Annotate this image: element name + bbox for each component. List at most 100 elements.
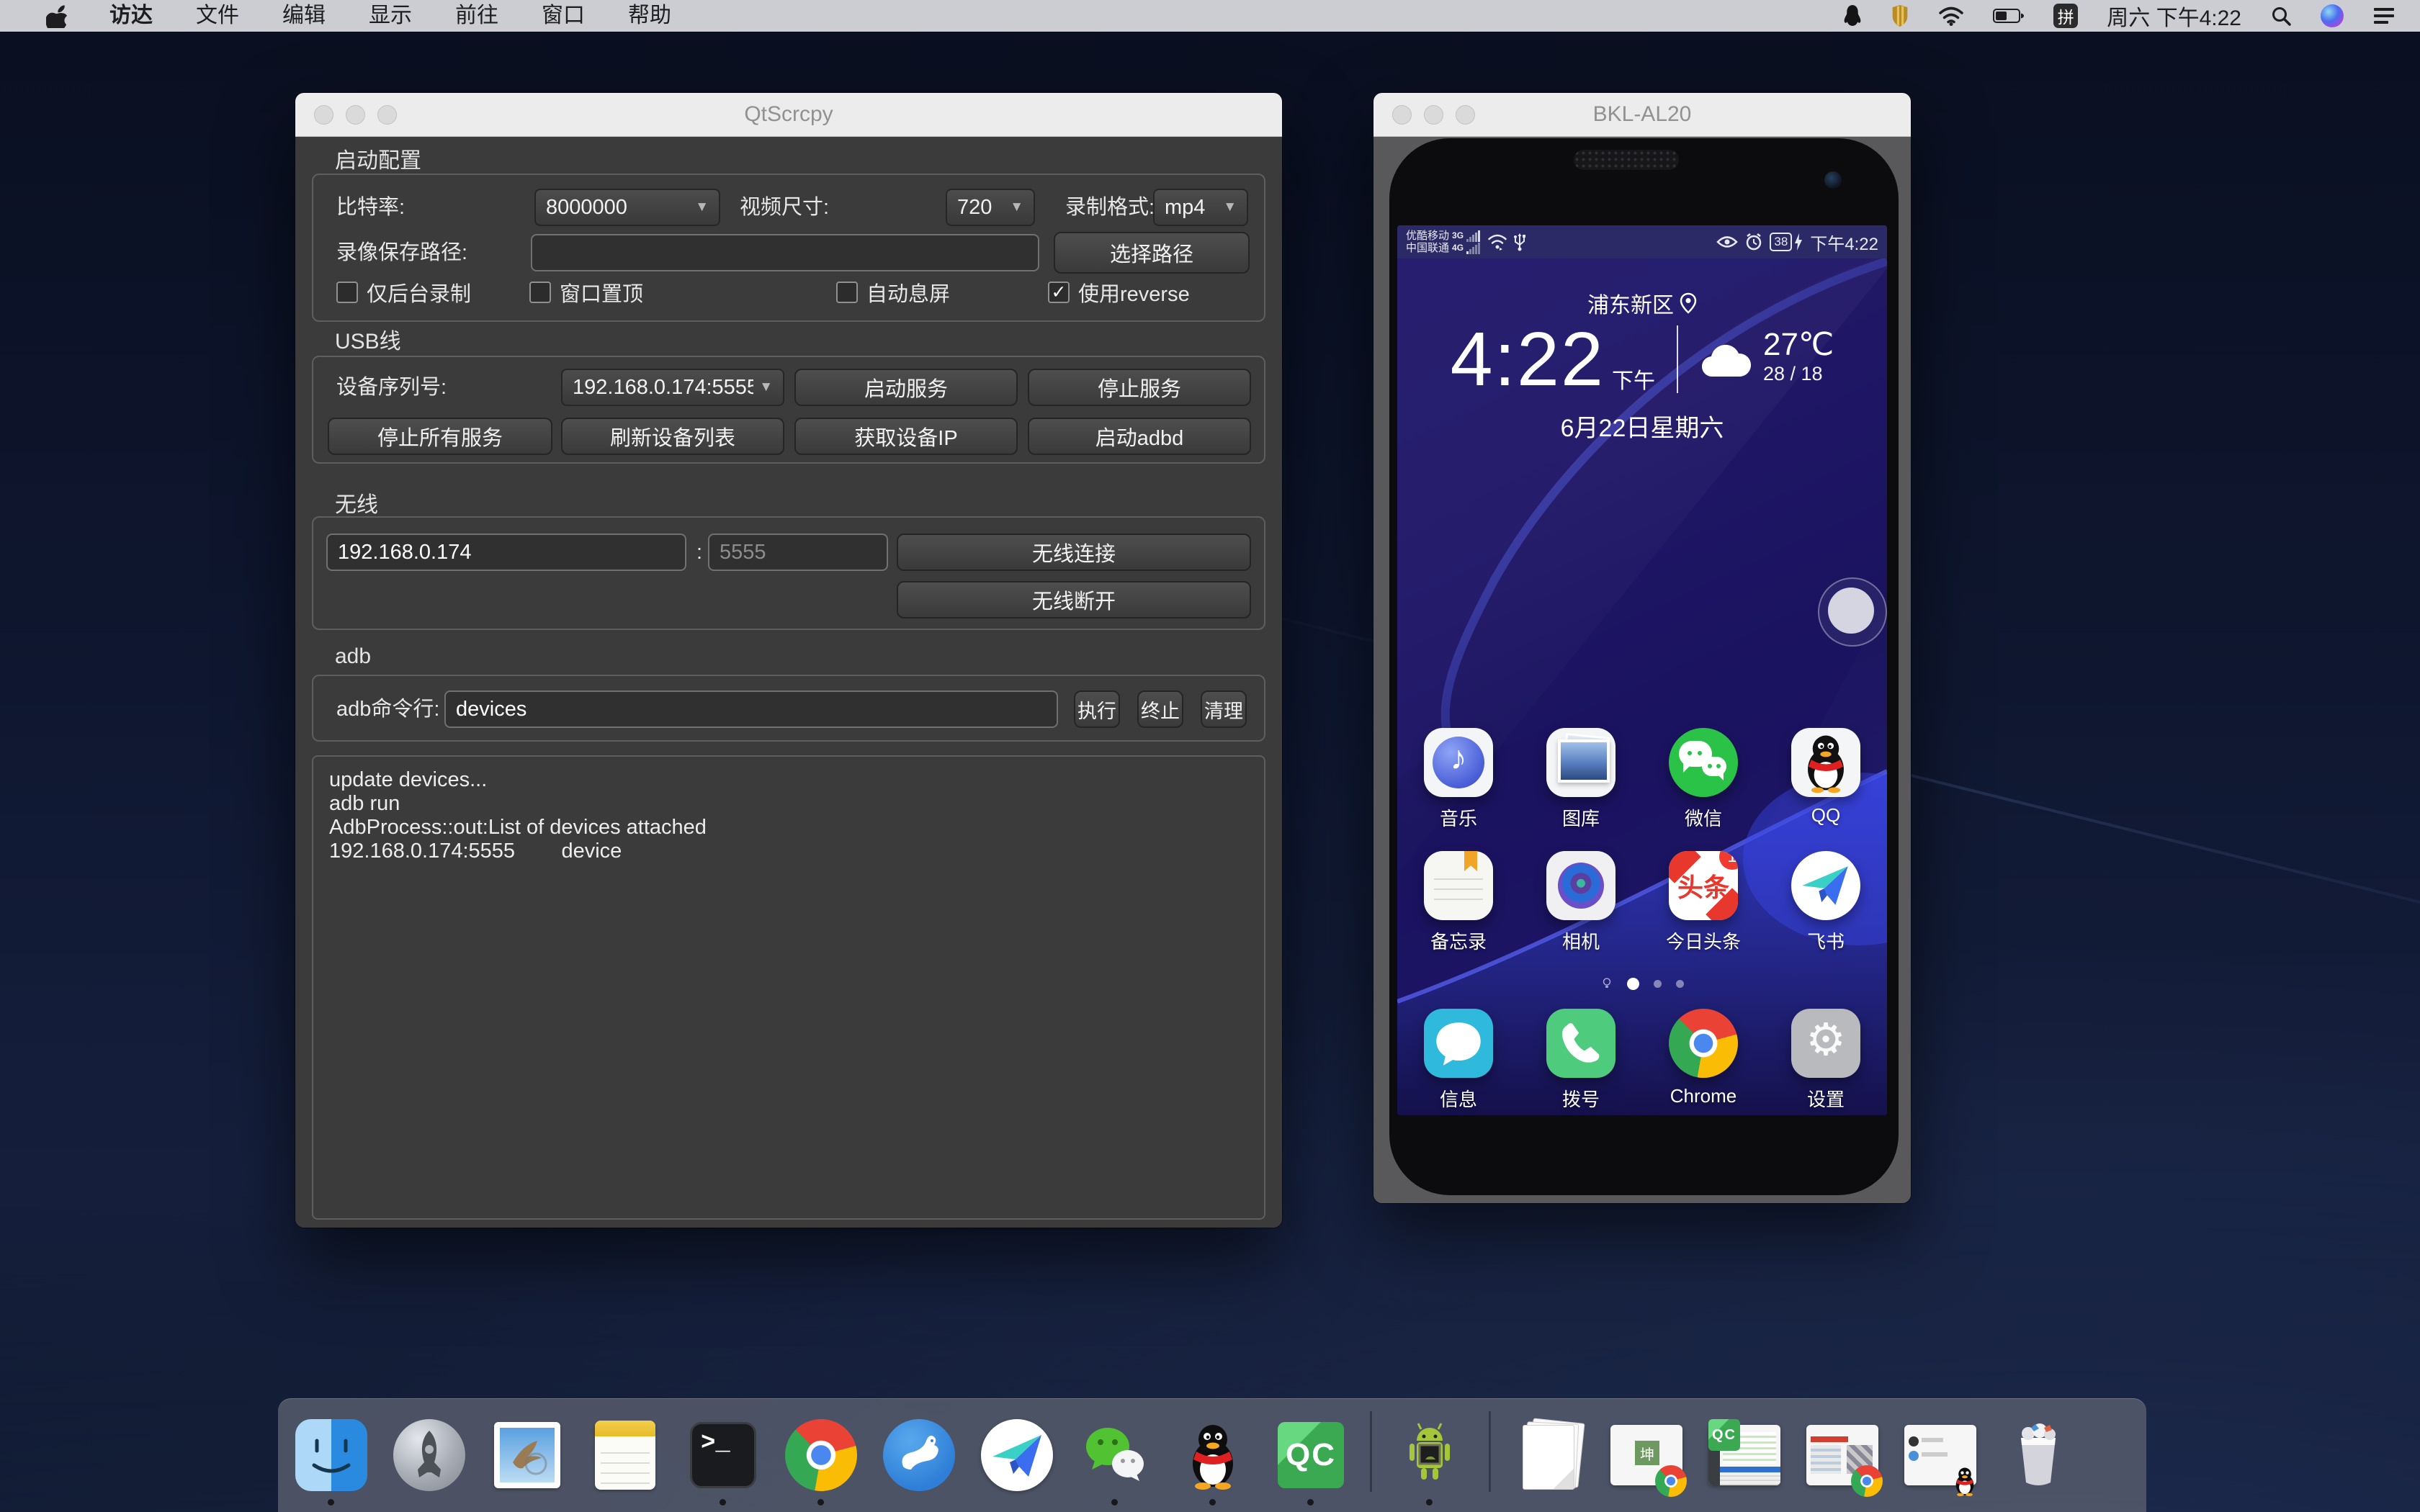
wireless-port-input[interactable] <box>708 534 888 571</box>
app-wechat[interactable]: 微信 <box>1642 728 1765 831</box>
dock-mail[interactable] <box>491 1419 563 1491</box>
wifi-status-icon[interactable] <box>1938 6 1964 26</box>
dock-minimized-chrome-window-1[interactable]: 坤 <box>1610 1419 1682 1491</box>
weather-location[interactable]: 浦东新区 <box>1397 287 1887 319</box>
close-button[interactable] <box>314 105 333 125</box>
dock-minimized-qq-window[interactable] <box>1904 1419 1976 1491</box>
app-messages[interactable]: 信息 <box>1397 1009 1520 1112</box>
app-gallery[interactable]: 图库 <box>1520 728 1642 831</box>
record-path-input[interactable] <box>531 234 1039 271</box>
checkbox-background-record[interactable]: 仅后台录制 <box>336 280 471 305</box>
input-method-icon[interactable]: 拼 <box>2053 4 2078 28</box>
app-qq[interactable]: QQ <box>1765 728 1887 831</box>
dock-chrome[interactable] <box>785 1419 857 1491</box>
checkbox-window-on-top[interactable]: 窗口置顶 <box>529 280 643 305</box>
adb-stop-button[interactable]: 终止 <box>1137 690 1183 728</box>
zoom-button[interactable] <box>1456 105 1475 125</box>
assistive-touch-ball[interactable] <box>1818 577 1887 647</box>
menu-go[interactable]: 前往 <box>434 0 520 32</box>
bitrate-combo[interactable]: 8000000▼ <box>534 189 720 226</box>
wireless-connect-button[interactable]: 无线连接 <box>897 534 1251 571</box>
camera-icon[interactable] <box>1546 851 1615 920</box>
video-size-combo[interactable]: 720▼ <box>946 189 1035 226</box>
wireless-disconnect-button[interactable]: 无线断开 <box>897 581 1251 618</box>
menu-edit[interactable]: 编辑 <box>261 0 347 32</box>
qq-icon[interactable] <box>1791 728 1860 797</box>
dock-trash[interactable] <box>2002 1419 2074 1491</box>
menu-file[interactable]: 文件 <box>174 0 261 32</box>
qq-status-icon[interactable] <box>1843 4 1862 27</box>
shield-status-icon[interactable] <box>1891 4 1909 27</box>
battery-status-icon[interactable] <box>1993 7 2025 24</box>
app-chrome[interactable]: Chrome <box>1642 1009 1765 1112</box>
menu-help[interactable]: 帮助 <box>606 0 693 32</box>
app-settings[interactable]: ⚙ 设置 <box>1765 1009 1887 1112</box>
clock-widget[interactable]: 4:22 下午 27℃ 28 / 18 <box>1397 316 1887 402</box>
spotlight-search-icon[interactable] <box>2270 5 2292 27</box>
dock-qtcreator[interactable]: QC <box>1275 1419 1347 1491</box>
start-adbd-button[interactable]: 启动adbd <box>1028 418 1251 455</box>
app-memo[interactable]: 备忘录 <box>1397 851 1520 954</box>
dock-qtscrcpy-android[interactable] <box>1394 1419 1466 1491</box>
dock-feishu[interactable] <box>981 1419 1053 1491</box>
app-toutiao[interactable]: 头条1 今日头条 <box>1642 851 1765 954</box>
feishu-icon[interactable] <box>1791 851 1860 920</box>
stop-all-services-button[interactable]: 停止所有服务 <box>328 418 552 455</box>
checkbox-box[interactable] <box>836 282 858 303</box>
menu-window[interactable]: 窗口 <box>520 0 606 32</box>
checkbox-use-reverse[interactable]: ✓ 使用reverse <box>1048 280 1190 305</box>
minimize-button[interactable] <box>346 105 365 125</box>
app-music[interactable]: ♪ 音乐 <box>1397 728 1520 831</box>
dock-minimized-browser-window[interactable] <box>1806 1419 1878 1491</box>
checkbox-box-checked[interactable]: ✓ <box>1048 282 1070 303</box>
qtscrcpy-title-bar[interactable]: QtScrcpy <box>295 93 1282 137</box>
toutiao-icon[interactable]: 头条1 <box>1669 851 1738 920</box>
dock-minimized-qtcreator-window[interactable]: QC <box>1708 1419 1780 1491</box>
dock-seal-app[interactable] <box>883 1419 955 1491</box>
menu-finder[interactable]: 访达 <box>88 0 174 32</box>
phone-title-bar[interactable]: BKL-AL20 <box>1373 93 1911 137</box>
checkbox-box[interactable] <box>529 282 551 303</box>
checkbox-box[interactable] <box>336 282 358 303</box>
wireless-ip-input[interactable] <box>326 534 686 571</box>
stop-service-button[interactable]: 停止服务 <box>1028 369 1251 406</box>
menu-clock[interactable]: 周六 下午4:22 <box>2107 0 2241 32</box>
dock-notes[interactable] <box>589 1419 661 1491</box>
phone-screen[interactable]: 优酷移动 3G 中国联通 4G <box>1397 225 1887 1115</box>
dock-documents-stack[interactable] <box>1512 1419 1585 1491</box>
serial-combo[interactable]: 192.168.0.174:5555▼ <box>561 369 784 406</box>
adb-cmd-input[interactable] <box>444 690 1058 728</box>
memo-icon[interactable] <box>1424 851 1493 920</box>
chrome-icon[interactable] <box>1669 1009 1738 1078</box>
record-format-combo[interactable]: mp4▼ <box>1153 189 1248 226</box>
start-service-button[interactable]: 启动服务 <box>794 369 1018 406</box>
gallery-icon[interactable] <box>1546 728 1615 797</box>
notification-center-icon[interactable] <box>2372 6 2396 25</box>
apple-menu-icon[interactable] <box>26 4 88 28</box>
checkbox-auto-screen-off[interactable]: 自动息屏 <box>836 280 950 305</box>
refresh-devices-button[interactable]: 刷新设备列表 <box>561 418 784 455</box>
dock-qq[interactable] <box>1177 1419 1249 1491</box>
chrome-badge-icon <box>1655 1465 1687 1497</box>
app-dialer[interactable]: 拨号 <box>1520 1009 1642 1112</box>
choose-path-button[interactable]: 选择路径 <box>1054 232 1250 274</box>
music-icon[interactable]: ♪ <box>1424 728 1493 797</box>
zoom-button[interactable] <box>377 105 397 125</box>
dock-wechat[interactable] <box>1079 1419 1151 1491</box>
settings-icon[interactable]: ⚙ <box>1791 1009 1860 1078</box>
adb-clear-button[interactable]: 清理 <box>1201 690 1247 728</box>
dialer-icon[interactable] <box>1546 1009 1615 1078</box>
wechat-icon[interactable] <box>1669 728 1738 797</box>
dock-terminal[interactable]: >_ <box>687 1419 759 1491</box>
siri-icon[interactable] <box>2321 4 2344 27</box>
app-camera[interactable]: 相机 <box>1520 851 1642 954</box>
close-button[interactable] <box>1392 105 1412 125</box>
dock-launchpad[interactable] <box>393 1419 465 1491</box>
get-device-ip-button[interactable]: 获取设备IP <box>794 418 1018 455</box>
menu-view[interactable]: 显示 <box>347 0 434 32</box>
app-feishu[interactable]: 飞书 <box>1765 851 1887 954</box>
messages-icon[interactable] <box>1424 1009 1493 1078</box>
dock-finder[interactable] <box>295 1419 367 1491</box>
adb-run-button[interactable]: 执行 <box>1074 690 1120 728</box>
minimize-button[interactable] <box>1424 105 1443 125</box>
